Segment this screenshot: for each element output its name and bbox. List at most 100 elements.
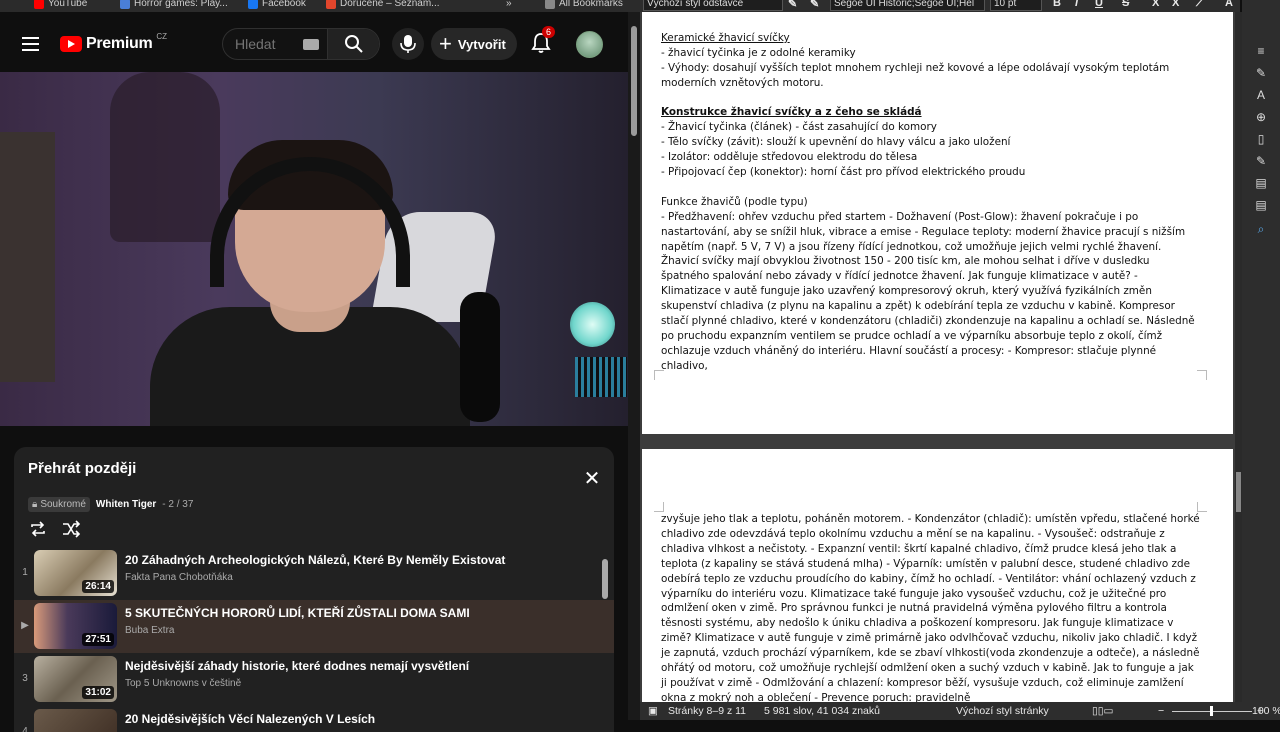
save-status-icon[interactable]: ▣ xyxy=(648,705,658,717)
video-duration: 26:14 xyxy=(82,580,114,593)
video-player[interactable] xyxy=(0,72,628,426)
playlist-item[interactable]: 3 31:02 Nejděsivější záhady historie, kter… xyxy=(14,653,614,706)
style-inspector-icon[interactable]: ✎ xyxy=(1254,154,1268,168)
playlist-item[interactable]: 1 26:14 20 Záhadných Archeologických Nález… xyxy=(14,547,614,600)
video-title[interactable]: 20 Záhadných Archeologických Nálezů, Kte… xyxy=(125,553,505,567)
page-margin-mark xyxy=(654,502,664,512)
video-frame xyxy=(575,357,627,397)
menu-icon[interactable]: ≡ xyxy=(1254,44,1268,58)
video-thumbnail[interactable]: 31:02 xyxy=(34,656,117,702)
gallery-icon[interactable]: ⊕ xyxy=(1254,110,1268,124)
playlist-title[interactable]: Přehrát později xyxy=(28,460,136,477)
video-title[interactable]: 5 SKUTEČNÝCH HORORŮ LIDÍ, KTEŘÍ ZŮSTALI … xyxy=(125,606,470,620)
bookmark-item[interactable]: YouTube xyxy=(34,0,87,9)
zoom-level[interactable]: 100 % xyxy=(1252,705,1280,717)
manage-changes-icon[interactable]: ▤ xyxy=(1254,176,1268,190)
paragraph[interactable]: Keramické žhavicí svíčky xyxy=(661,31,1201,46)
paragraph[interactable]: - žhavicí tyčinka je z odolné keramiky xyxy=(661,46,1201,61)
paragraph[interactable]: - Izolátor: odděluje středovou elektrodu… xyxy=(661,150,1201,165)
paragraph[interactable]: Konstrukce žhavicí svíčky a z čeho se sk… xyxy=(661,105,1201,120)
word-count[interactable]: 5 981 slov, 41 034 znaků xyxy=(764,705,880,717)
document-scrollbar-thumb[interactable] xyxy=(1236,472,1241,512)
paragraph[interactable]: zvyšuje jeho tlak a teplotu, poháněn mot… xyxy=(661,512,1201,702)
paragraph[interactable]: - Tělo svíčky (závit): slouží k upevnění… xyxy=(661,135,1201,150)
channel-name[interactable]: Top 5 Unknowns v češtině xyxy=(125,678,241,689)
youtube-scrollbar[interactable] xyxy=(628,12,640,720)
paragraph-style-select[interactable]: Výchozí styl odstavce xyxy=(643,0,783,11)
create-button[interactable]: + Vytvořit xyxy=(431,28,517,60)
font-name-select[interactable]: Segoe UI Historic;Segoe UI;Hel xyxy=(830,0,985,11)
menu-icon[interactable] xyxy=(22,37,39,51)
blank-line[interactable] xyxy=(661,180,1201,195)
channel-name[interactable]: Buba Extra xyxy=(125,625,174,636)
strikethrough-icon[interactable]: S xyxy=(1122,0,1129,9)
bookmark-item[interactable]: Facebook xyxy=(248,0,306,9)
search-input[interactable] xyxy=(235,36,305,52)
playlist-owner[interactable]: Whiten Tiger xyxy=(96,499,156,510)
playlist-item[interactable]: ▶ 27:51 5 SKUTEČNÝCH HORORŮ LIDÍ, KTEŘÍ ZŮ… xyxy=(14,600,614,653)
paragraph[interactable]: - Výhody: dosahují vyšších teplot mnohem… xyxy=(661,61,1201,91)
page-style[interactable]: Výchozí styl stránky xyxy=(956,705,1049,717)
bookmark-item[interactable]: » xyxy=(506,0,512,9)
document-page[interactable]: zvyšuje jeho tlak a teplotu, poháněn mot… xyxy=(642,449,1233,702)
blank-line[interactable] xyxy=(661,91,1201,106)
bookmark-item[interactable]: Doručené – Seznam... xyxy=(326,0,440,9)
properties-icon[interactable]: ✎ xyxy=(1254,66,1268,80)
page-icon[interactable]: ▯ xyxy=(1254,132,1268,146)
view-layout-icon[interactable]: ▯▯▭ xyxy=(1092,705,1113,717)
youtube-scrollbar-thumb[interactable] xyxy=(631,26,637,136)
document-area[interactable]: Keramické žhavicí svíčky - žhavicí tyčink… xyxy=(640,12,1235,702)
page-text[interactable]: zvyšuje jeho tlak a teplotu, poháněn mot… xyxy=(661,512,1201,702)
styles-icon[interactable]: A xyxy=(1254,88,1268,102)
youtube-logo[interactable]: Premium CZ xyxy=(60,32,167,53)
paragraph[interactable]: - Žhavicí tyčinka (článek) - část zasahu… xyxy=(661,120,1201,135)
paragraph[interactable]: - Připojovací čep (konektor): horní část… xyxy=(661,165,1201,180)
notification-badge: 6 xyxy=(542,26,556,38)
avatar[interactable] xyxy=(576,31,603,58)
bold-icon[interactable]: B xyxy=(1053,0,1061,9)
style-icon[interactable]: ✎ xyxy=(788,0,797,10)
playlist-item[interactable]: 4 20 Nejděsivějších Věcí Nalezených V Les… xyxy=(14,706,614,732)
bookmark-item[interactable]: All Bookmarks xyxy=(545,0,623,9)
video-thumbnail[interactable]: 27:51 xyxy=(34,603,117,649)
paragraph[interactable]: - Předžhavení: ohřev vzduchu před starte… xyxy=(661,210,1201,374)
playlist-scrollbar[interactable] xyxy=(602,547,610,732)
superscript-icon[interactable]: X xyxy=(1152,0,1159,9)
video-title[interactable]: 20 Nejděsivějších Věcí Nalezených V Lesí… xyxy=(125,712,375,726)
style-icon[interactable]: ✎ xyxy=(810,0,819,10)
video-frame xyxy=(570,302,615,347)
blank-line[interactable] xyxy=(661,16,1201,31)
italic-icon[interactable]: I xyxy=(1075,0,1078,9)
paragraph[interactable]: Funkce žhavičů (podle typu) xyxy=(661,195,1201,210)
video-thumbnail[interactable] xyxy=(34,709,117,732)
channel-name[interactable]: Fakta Pana Chobotňáka xyxy=(125,572,233,583)
subscript-icon[interactable]: X xyxy=(1172,0,1179,9)
clear-formatting-icon[interactable]: ⟋ xyxy=(1196,0,1204,10)
voice-search-button[interactable] xyxy=(392,28,424,60)
playlist-item-index: ▶ xyxy=(21,620,29,631)
page-count[interactable]: Stránky 8–9 z 11 xyxy=(668,705,746,717)
search-icon xyxy=(345,35,363,53)
shuffle-icon[interactable] xyxy=(61,519,81,539)
font-size-select[interactable]: 10 pt xyxy=(990,0,1042,11)
zoom-slider-knob[interactable] xyxy=(1210,706,1213,716)
loop-icon[interactable] xyxy=(28,519,48,539)
font-color-icon[interactable]: A xyxy=(1225,0,1233,9)
design-icon[interactable]: ▤ xyxy=(1254,198,1268,212)
playlist-items: 1 26:14 20 Záhadných Archeologických Nález… xyxy=(14,547,614,732)
keyboard-icon[interactable] xyxy=(303,39,319,50)
page-text[interactable]: Keramické žhavicí svíčky - žhavicí tyčink… xyxy=(661,16,1201,374)
underline-icon[interactable]: U xyxy=(1095,0,1103,9)
close-icon[interactable]: ✕ xyxy=(582,469,602,489)
notifications-button[interactable]: 6 xyxy=(530,26,556,56)
video-frame xyxy=(0,132,55,382)
document-page[interactable]: Keramické žhavicí svíčky - žhavicí tyčink… xyxy=(642,12,1233,434)
video-title[interactable]: Nejděsivější záhady historie, které dodn… xyxy=(125,659,469,673)
bookmark-item[interactable]: Horror games: Play... xyxy=(120,0,228,9)
zoom-out-icon[interactable]: − xyxy=(1158,705,1164,717)
document-scrollbar[interactable] xyxy=(1235,12,1242,702)
search-button[interactable] xyxy=(327,29,379,59)
find-icon[interactable]: ⌕ xyxy=(1254,222,1268,236)
video-thumbnail[interactable]: 26:14 xyxy=(34,550,117,596)
playlist-scrollbar-thumb[interactable] xyxy=(602,559,608,599)
